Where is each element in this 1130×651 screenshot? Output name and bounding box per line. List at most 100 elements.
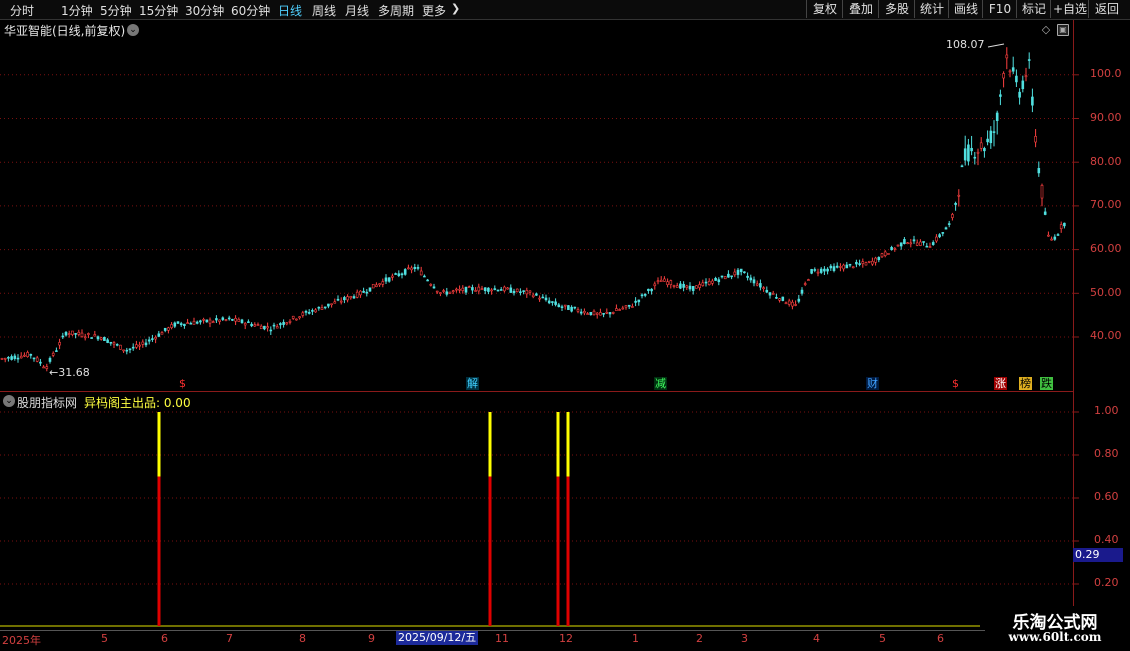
candle-body	[359, 290, 362, 296]
candle-body	[794, 304, 797, 306]
date-tick: 5	[101, 632, 108, 645]
signal-bar-upper	[566, 412, 570, 477]
candle-body	[1031, 96, 1034, 106]
candle-body	[954, 202, 957, 205]
event-marker-reduce[interactable]: 减	[654, 377, 667, 390]
price-ytick: 50.00	[1090, 286, 1122, 299]
event-marker-list[interactable]: 榜	[1019, 377, 1032, 390]
candle-body	[371, 283, 375, 289]
candle-body	[631, 306, 634, 308]
candle-body	[391, 275, 394, 278]
candle-body	[413, 266, 417, 269]
candle-body	[96, 336, 100, 340]
candle-body	[432, 286, 436, 289]
panel-divider[interactable]	[0, 391, 1073, 392]
candle-body	[999, 94, 1002, 97]
candle-body	[259, 325, 263, 330]
candle-body	[74, 333, 77, 335]
candle-body	[435, 290, 439, 293]
chevron-down-icon[interactable]: ⌄	[3, 395, 15, 407]
candle-body	[186, 322, 189, 324]
candle-body	[791, 301, 794, 307]
candle-body	[336, 298, 340, 301]
candle-body	[746, 275, 749, 278]
candle-body	[189, 322, 193, 325]
high-pointer-line	[987, 43, 1005, 48]
candle-body	[1008, 70, 1012, 73]
candle-body	[503, 286, 506, 292]
event-text: $	[179, 377, 186, 390]
candle-body	[743, 271, 746, 274]
candle-body	[269, 329, 273, 332]
candle-body	[823, 268, 826, 272]
event-marker-dividend[interactable]: $	[951, 377, 960, 390]
date-tick: 7	[226, 632, 233, 645]
candle-body	[787, 300, 791, 305]
candle-body	[995, 112, 999, 121]
event-marker-fall[interactable]: 跌	[1040, 377, 1053, 390]
candle-body	[304, 310, 308, 313]
candle-body	[768, 292, 772, 296]
candle-body	[781, 296, 785, 301]
candle-body	[941, 232, 945, 234]
candle-body	[547, 300, 551, 304]
candle-body	[13, 355, 17, 359]
candle-body	[419, 270, 423, 276]
price-ytick: 40.00	[1090, 329, 1122, 342]
candle-body	[1053, 236, 1057, 240]
candle-body	[445, 291, 449, 295]
candle-body	[112, 342, 116, 345]
candle-body	[717, 279, 721, 283]
event-marker-unlock[interactable]: 解	[466, 377, 479, 390]
event-marker-rise[interactable]: 涨	[994, 377, 1007, 390]
candle-body	[557, 304, 561, 308]
candle-body	[679, 283, 682, 289]
candle-body	[163, 327, 167, 331]
candle-body	[99, 337, 103, 340]
event-text: 财	[867, 377, 878, 390]
candle-body	[80, 332, 84, 337]
candle-body	[55, 350, 58, 352]
candle-body	[1047, 234, 1050, 237]
candle-body	[576, 309, 580, 312]
date-tick: 1	[632, 632, 639, 645]
candle-body	[887, 253, 890, 255]
candle-body	[103, 336, 106, 341]
candle-body	[563, 304, 567, 307]
event-marker-dividend[interactable]: $	[178, 377, 187, 390]
candle-body	[71, 330, 74, 335]
candle-body	[515, 288, 519, 292]
candle-body	[362, 290, 365, 293]
candle-body	[16, 357, 20, 360]
candle-body	[496, 289, 500, 292]
candle-body	[474, 290, 477, 292]
candle-body	[730, 275, 733, 278]
candle-body	[775, 297, 778, 299]
candle-body	[915, 242, 919, 246]
candle-body	[621, 307, 625, 310]
price-chart[interactable]	[0, 0, 1130, 650]
candle-body	[1027, 59, 1031, 61]
candle-body	[349, 296, 353, 299]
candle-body	[1024, 75, 1028, 78]
candle-body	[499, 289, 503, 291]
candle-body	[266, 326, 269, 329]
candle-body	[1034, 136, 1037, 143]
indicator-name[interactable]: 股朋指标网	[17, 394, 77, 411]
candle-body	[160, 332, 164, 335]
candle-body	[634, 300, 637, 303]
candle-body	[611, 312, 615, 314]
candle-body	[711, 280, 714, 284]
candle-body	[938, 234, 941, 238]
candle-body	[762, 287, 765, 290]
event-marker-finance[interactable]: 财	[866, 377, 879, 390]
candle-body	[291, 315, 295, 319]
candle-body	[227, 317, 231, 320]
candle-body	[739, 268, 743, 273]
candle-body	[77, 331, 81, 335]
candle-body	[64, 332, 68, 336]
candle-body	[877, 257, 881, 261]
candle-body	[282, 321, 285, 325]
candle-body	[307, 312, 311, 314]
candle-body	[368, 287, 372, 292]
